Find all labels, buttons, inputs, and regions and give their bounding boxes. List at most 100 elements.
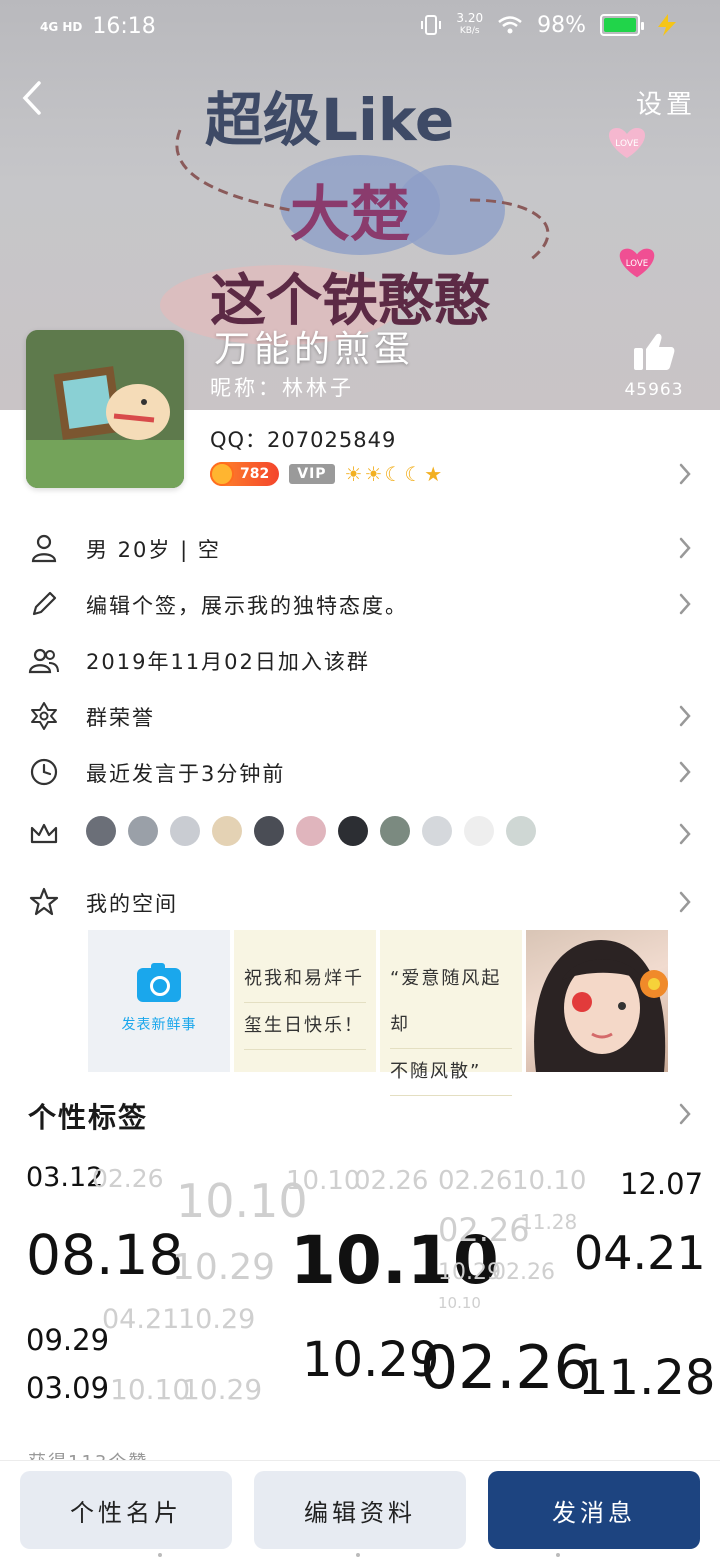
like-button[interactable]: 45963 (614, 332, 694, 400)
vip-badge: VIP (289, 464, 335, 484)
person-icon (31, 534, 57, 563)
chevron-right-icon[interactable] (678, 462, 692, 486)
avatar[interactable] (26, 330, 184, 488)
star-icon: ★ (424, 462, 443, 486)
level-coin-icon (210, 462, 234, 486)
tag-item: 10.10 (286, 1166, 361, 1196)
sun-icon: ☀ (364, 462, 383, 486)
last-spoke-text: 最近发言于3分钟前 (86, 762, 286, 786)
space-photo[interactable] (526, 930, 668, 1072)
send-message-button[interactable]: 发消息 (488, 1471, 700, 1549)
basic-info-text: 男 20岁 | 空 (86, 538, 221, 562)
pencil-icon (32, 591, 57, 616)
medal-icon (86, 816, 116, 846)
medal-icon (380, 816, 410, 846)
tag-item: 10.29 (182, 1373, 263, 1406)
joined-text: 2019年11月02日加入该群 (86, 650, 370, 674)
tag-item: 10.29 (302, 1332, 440, 1388)
chevron-left-icon (22, 81, 41, 115)
qq-number: QQ：207025849 (210, 428, 397, 452)
love-heart-icon-2: LOVE (619, 248, 655, 278)
indicator-dot (556, 1553, 560, 1557)
medal-icon (170, 816, 200, 846)
chevron-right-icon[interactable] (678, 1102, 692, 1126)
space-post-2[interactable]: “爱意随风起却 不随风散” (380, 930, 522, 1096)
medal-icon (212, 816, 242, 846)
tag-item: 02.26 (438, 1166, 513, 1196)
banner-artwork: 超级Like 大楚 这个铁憨憨 (160, 86, 550, 345)
tag-item: 04.21 (102, 1304, 180, 1335)
medal-icon (128, 816, 158, 846)
profile-name: 万能的煎蛋 (214, 329, 415, 370)
thumbs-up-icon (634, 333, 675, 370)
chevron-right-icon (679, 823, 691, 845)
back-button[interactable] (12, 76, 52, 120)
chevron-right-icon (679, 593, 691, 615)
post-2-line-1: “爱意随风起却 (390, 956, 512, 1049)
tag-item: 08.18 (26, 1223, 184, 1287)
medal-icon (254, 816, 284, 846)
tag-item: 09.29 (26, 1323, 110, 1357)
my-space-text: 我的空间 (86, 892, 178, 916)
chevron-right-icon (679, 537, 691, 559)
profile-nickname: 昵称：林林子 (210, 376, 354, 400)
tag-item: 10.29 (178, 1304, 256, 1335)
row-basic-info[interactable]: 男 20岁 | 空 (0, 520, 720, 576)
network-indicator: 4G HD (40, 19, 83, 34)
tag-item: 04.21 (574, 1226, 706, 1280)
avatar-image (26, 330, 184, 488)
row-signature[interactable]: 编辑个签，展示我的独特态度。 (0, 576, 720, 632)
status-bar: 4G HD 16:18 3.20 KB/s 98% (0, 0, 720, 56)
honor-star-icon (31, 702, 57, 730)
post-1-line-1: 祝我和易烊千 (244, 956, 366, 1003)
tag-item: 10.10 (512, 1166, 587, 1196)
tag-item: 10.10 (438, 1294, 481, 1312)
sun-icon: ☀ (344, 462, 363, 486)
love-heart-icon: LOVE (608, 128, 646, 158)
indicator-dot (356, 1553, 360, 1557)
level-icons: ☀ ☀ ☾ ☾ ★ (345, 462, 443, 486)
settings-button[interactable]: 设置 (636, 84, 696, 121)
medal-icon (338, 816, 368, 846)
banner-text-1: 超级Like (205, 86, 454, 154)
row-medals[interactable] (0, 806, 720, 862)
tag-item: 12.07 (620, 1167, 704, 1201)
love-label: LOVE (615, 139, 639, 149)
love-label-2: LOVE (626, 259, 648, 269)
status-time: 16:18 (92, 14, 156, 39)
moon-icon: ☾ (384, 462, 403, 486)
tag-item: 11.28 (578, 1350, 716, 1406)
wifi-icon (498, 16, 522, 34)
battery-icon (600, 14, 644, 36)
tag-item: 02.26 (438, 1211, 530, 1249)
clock-icon (30, 758, 58, 786)
row-honor[interactable]: 群荣誉 (0, 688, 720, 744)
tag-cloud[interactable]: 03.12 02.26 10.10 10.10 02.26 02.26 10.1… (0, 1150, 720, 1450)
tags-title: 个性标签 (28, 1101, 149, 1134)
honor-text: 群荣誉 (86, 706, 155, 730)
medal-icon (464, 816, 494, 846)
row-my-space[interactable]: 我的空间 (0, 874, 720, 930)
medal-list (86, 816, 536, 846)
medal-icon (296, 816, 326, 846)
medal-icon (422, 816, 452, 846)
post-new-button[interactable]: 发表新鲜事 (88, 930, 230, 1072)
space-grid: 发表新鲜事 祝我和易烊千 玺生日快乐！ “爱意随风起却 不随风散” (88, 930, 668, 1096)
row-joined: 2019年11月02日加入该群 (0, 632, 720, 688)
charging-icon (658, 14, 676, 36)
tag-item: 10.29 (172, 1247, 276, 1288)
level-badges[interactable]: 782 VIP ☀ ☀ ☾ ☾ ★ (210, 462, 442, 486)
group-icon (28, 648, 59, 674)
post-new-label: 发表新鲜事 (121, 1017, 197, 1033)
tag-item: 02.26 (92, 1164, 164, 1193)
post-2-line-2: 不随风散” (390, 1049, 512, 1096)
edit-profile-button[interactable]: 编辑资料 (254, 1471, 466, 1549)
moon-icon: ☾ (404, 462, 423, 486)
card-button[interactable]: 个性名片 (20, 1471, 232, 1549)
crown-icon (30, 823, 58, 844)
tag-item: 11.28 (520, 1210, 578, 1234)
post-1-line-2: 玺生日快乐！ (244, 1003, 366, 1050)
bottom-action-bar: 个性名片 编辑资料 发消息 (0, 1460, 720, 1560)
row-last-spoke[interactable]: 最近发言于3分钟前 (0, 744, 720, 800)
space-post-1[interactable]: 祝我和易烊千 玺生日快乐！ (234, 930, 376, 1072)
